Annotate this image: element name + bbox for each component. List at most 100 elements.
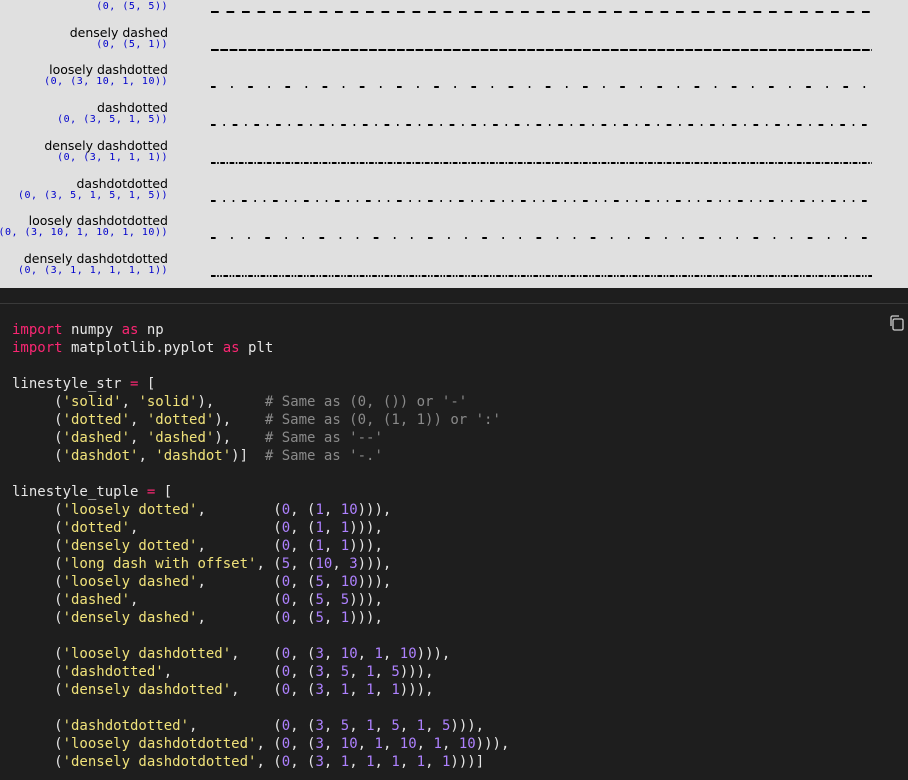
code-token: , (: [130, 520, 282, 536]
copy-button[interactable]: [888, 314, 906, 332]
code-token: 0: [281, 574, 291, 590]
code-token: 1: [340, 520, 350, 536]
code-token: 3: [315, 754, 324, 770]
code-token: (: [12, 592, 63, 608]
code-token: # Same as (0, (1, 1)) or ':': [264, 412, 501, 428]
code-token: 3: [315, 664, 324, 680]
code-token: 5: [315, 574, 324, 590]
code-token: (: [12, 430, 63, 446]
code-token: 10: [458, 736, 476, 752]
linestyle-tuple: (0, (5, 5)): [96, 1, 168, 12]
code-token: 5: [391, 718, 400, 734]
linestyle-tuple: (0, (3, 1, 1, 1, 1, 1)): [18, 264, 168, 276]
code-token: ,: [425, 718, 442, 734]
code-token: , (: [130, 592, 282, 608]
code-token: ,: [399, 718, 417, 734]
code-token: ,: [382, 736, 400, 752]
code-token: 'densely dotted': [62, 538, 198, 554]
code-token: 1: [315, 538, 324, 554]
code-line: ('loosely dashdotdotted', (0, (3, 10, 1,…: [12, 735, 509, 753]
linestyle-row: loosely dashdotted (0, (3, 10, 1, 10)): [0, 62, 908, 100]
code-token: 5: [340, 718, 350, 734]
code-token: 'dashdotdotted': [62, 718, 190, 734]
linestyle-tuple: (0, (3, 10, 1, 10, 1, 10)): [0, 227, 168, 239]
code-token: , (: [290, 610, 316, 626]
code-token: ))),: [357, 502, 392, 518]
code-token: ,: [357, 736, 375, 752]
code-token: ,: [323, 718, 341, 734]
code-token: 1: [340, 754, 350, 770]
code-line: ('densely dashed', (0, (5, 1))),: [12, 609, 509, 627]
code-token: 1: [391, 682, 400, 698]
code-token: , (: [231, 682, 282, 698]
code-line: ('dashed', (0, (5, 5))),: [12, 591, 509, 609]
code-token: (: [12, 754, 63, 770]
linestyle-name: densely dashdotdotted: [23, 250, 168, 266]
code-token: 'long dash with offset': [62, 556, 257, 572]
linestyle-tuple: (0, (3, 5, 1, 5, 1, 5)): [18, 189, 168, 201]
code-token: 1: [416, 718, 426, 734]
code-token: 0: [281, 520, 291, 536]
code-token: (: [12, 736, 63, 752]
code-token: ,: [416, 736, 434, 752]
code-line: ('densely dashdotdotted', (0, (3, 1, 1, …: [12, 753, 509, 771]
code-token: 1: [315, 502, 324, 518]
code-token: , (: [290, 520, 316, 536]
code-token: ,: [374, 754, 392, 770]
code-token: , (: [231, 646, 282, 662]
code-token: (: [12, 520, 63, 536]
code-token: 'dotted': [62, 412, 131, 428]
code-token: 1: [340, 610, 350, 626]
code-token: 'dotted': [146, 412, 215, 428]
code-token: 'solid': [62, 394, 122, 410]
code-token: 'solid': [138, 394, 198, 410]
linestyle-row: densely dashdotdotted (0, (3, 1, 1, 1, 1,…: [0, 251, 908, 288]
code-token: , (: [290, 664, 316, 680]
linestyle-row: (0, (5, 5)): [0, 0, 908, 25]
code-token: ,: [323, 682, 341, 698]
code-token: # Same as (0, ()) or '-': [264, 394, 468, 410]
code-token: , (: [290, 754, 316, 770]
code-token: 'loosely dashdotted': [62, 646, 232, 662]
code-token: 1: [315, 520, 324, 536]
code-token: # Same as '--': [264, 430, 383, 446]
code-token: , (: [290, 538, 316, 554]
code-token: , (: [290, 502, 316, 518]
code-token: ,: [399, 754, 417, 770]
code-token: 0: [281, 502, 291, 518]
code-token: 5: [281, 556, 291, 572]
code-line: ('dashdot', 'dashdot')] # Same as '-.': [12, 447, 509, 465]
code-token: 'densely dashdotted': [62, 682, 232, 698]
code-token: 1: [433, 736, 442, 752]
code-token: (: [12, 394, 63, 410]
code-token: ,: [323, 592, 341, 608]
code-token: )))]: [450, 754, 485, 770]
code-token: (: [12, 646, 63, 662]
code-token: ))),: [399, 682, 434, 698]
code-token: , (: [290, 736, 316, 752]
code-token: ,: [349, 754, 367, 770]
linestyle-row: dashdotdotted (0, (3, 5, 1, 5, 1, 5)): [0, 176, 908, 214]
code-token: [: [155, 484, 173, 500]
code-token: (: [12, 412, 63, 428]
code-token: 0: [281, 754, 291, 770]
code-token: 'densely dashed': [62, 610, 198, 626]
code-line: ('dashed', 'dashed'), # Same as '--': [12, 429, 509, 447]
code-token: , (: [256, 754, 282, 770]
code-token: plt: [239, 340, 274, 356]
code-token: (: [12, 610, 63, 626]
code-token: 5: [340, 664, 350, 680]
linestyle-row: loosely dashdotdotted (0, (3, 10, 1, 10, …: [0, 213, 908, 251]
linestyle-name: loosely dashdotted: [49, 62, 168, 78]
code-token: ))),: [349, 538, 383, 554]
code-token: ,: [425, 754, 442, 770]
linestyle-tuple: (0, (3, 1, 1, 1)): [57, 151, 168, 163]
code-token: 10: [340, 646, 358, 662]
code-token: 1: [366, 682, 375, 698]
code-token: , (: [290, 646, 316, 662]
code-token: # Same as '-.': [264, 448, 383, 464]
code-line: ('loosely dashdotted', (0, (3, 10, 1, 10…: [12, 645, 509, 663]
linestyle-name: loosely dashdotdotted: [28, 213, 168, 229]
